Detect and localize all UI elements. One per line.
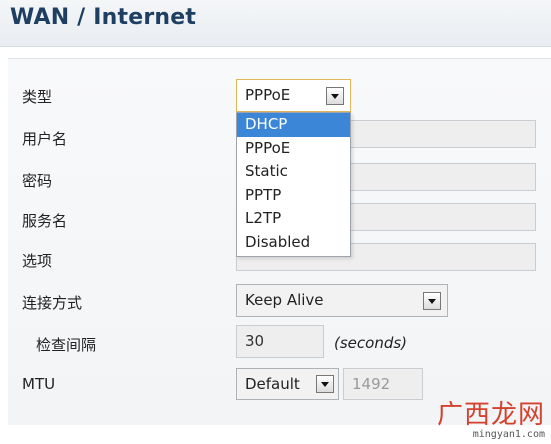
watermark-url: mingyan1.com (472, 429, 545, 440)
chevron-down-icon[interactable] (316, 375, 334, 393)
seconds-unit: (seconds) (334, 334, 408, 352)
page-title: WAN / Internet (10, 5, 197, 30)
dropdown-option-dhcp[interactable]: DHCP (237, 113, 350, 137)
password-label: 密码 (22, 172, 53, 190)
watermark-text: 广西龙网 (436, 400, 545, 430)
connect-mode-value: Keep Alive (245, 291, 324, 309)
dropdown-option-pptp[interactable]: PPTP (237, 184, 350, 208)
type-label: 类型 (22, 88, 53, 106)
dropdown-option-disabled[interactable]: Disabled (237, 231, 350, 255)
type-select[interactable]: PPPoE (236, 79, 351, 112)
connect-mode-select[interactable]: Keep Alive (236, 284, 448, 317)
watermark: 广西龙网 mingyan1.com (437, 401, 545, 440)
chevron-down-icon[interactable] (326, 87, 344, 105)
type-dropdown-list: DHCP PPPoE Static PPTP L2TP Disabled (236, 112, 351, 257)
options-label: 选项 (22, 252, 53, 270)
mtu-label: MTU (22, 375, 56, 393)
connect-mode-label: 连接方式 (22, 294, 83, 312)
mtu-mode-value: Default (245, 375, 300, 393)
service-name-label: 服务名 (22, 212, 68, 230)
check-interval-input[interactable]: 30 (236, 325, 324, 358)
mtu-mode-select[interactable]: Default (236, 368, 339, 400)
dropdown-option-l2tp[interactable]: L2TP (237, 207, 350, 231)
dropdown-option-static[interactable]: Static (237, 160, 350, 184)
mtu-value-input[interactable]: 1492 (343, 368, 423, 400)
chevron-down-icon[interactable] (423, 292, 441, 310)
username-label: 用户名 (22, 130, 68, 148)
page-header: WAN / Internet (0, 0, 551, 47)
check-interval-label: 检查间隔 (36, 336, 97, 354)
type-select-value: PPPoE (245, 86, 291, 104)
dropdown-option-pppoe[interactable]: PPPoE (237, 137, 350, 161)
